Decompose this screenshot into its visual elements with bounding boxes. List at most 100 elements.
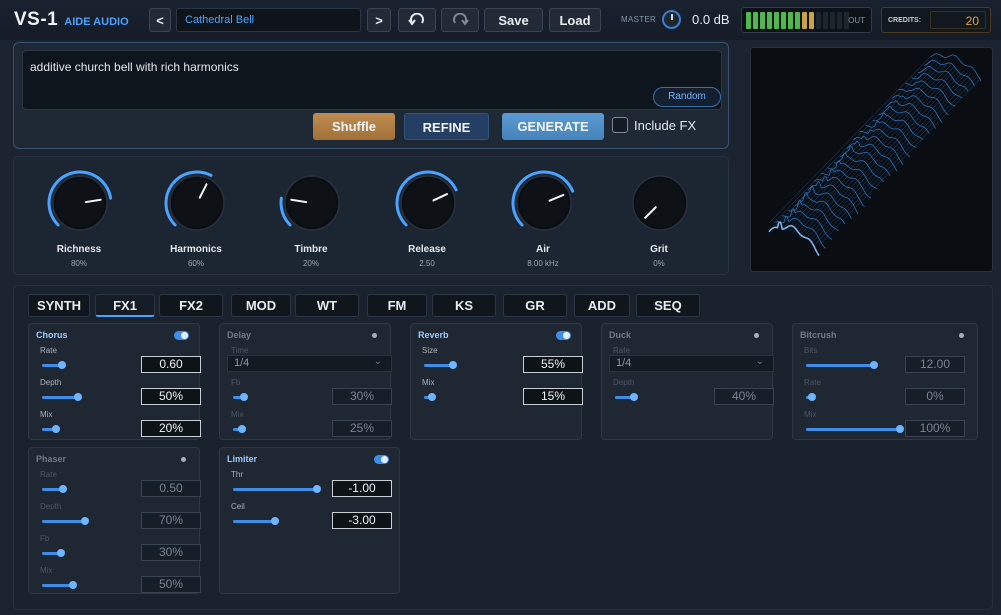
reverb-size-slider[interactable] <box>424 361 476 369</box>
chorus-enable-toggle[interactable] <box>174 331 189 340</box>
undo-button[interactable] <box>398 8 436 32</box>
chorus-depth-slider[interactable] <box>42 393 114 401</box>
chorus-mix-slider[interactable] <box>42 425 114 433</box>
tab-wt[interactable]: WT <box>295 294 359 317</box>
dropdown-value: 1/4 <box>234 357 250 369</box>
phaser-depth-slider[interactable] <box>42 517 104 525</box>
reverb-mix-value[interactable]: 15% <box>523 388 583 405</box>
macro-name: Air <box>536 244 550 255</box>
redo-button[interactable] <box>441 8 479 32</box>
delay-mix-slider[interactable] <box>233 425 269 433</box>
limiter-ceil-slider[interactable] <box>233 517 321 525</box>
bitcrush-enable-toggle[interactable] <box>952 331 967 340</box>
knob-release[interactable] <box>395 170 461 236</box>
next-preset-button[interactable]: > <box>367 8 391 32</box>
duck-enable-toggle[interactable] <box>747 331 762 340</box>
slider-thumb[interactable] <box>271 517 279 525</box>
slider-thumb[interactable] <box>74 393 82 401</box>
duck-depth-value[interactable]: 40% <box>714 388 774 405</box>
phaser-enable-toggle[interactable] <box>174 455 189 464</box>
duck-depth-slider[interactable] <box>615 393 663 401</box>
bitcrush-rate-slider[interactable] <box>806 393 900 401</box>
tab-ks[interactable]: KS <box>432 294 496 317</box>
prev-preset-button[interactable]: < <box>149 8 171 32</box>
slider-thumb[interactable] <box>449 361 457 369</box>
slider-thumb[interactable] <box>57 549 65 557</box>
slider-thumb[interactable] <box>81 517 89 525</box>
chorus-rate-value[interactable]: 0.60 <box>141 356 201 373</box>
tab-fx2[interactable]: FX2 <box>159 294 223 317</box>
bitcrush-bits-slider[interactable] <box>806 361 900 369</box>
phaser-fb-slider[interactable] <box>42 549 104 557</box>
include-fx-toggle[interactable]: Include FX <box>612 117 696 133</box>
random-button[interactable]: Random <box>653 87 721 107</box>
phaser-mix-slider[interactable] <box>42 581 104 589</box>
tab-seq[interactable]: SEQ <box>636 294 700 317</box>
slider-thumb[interactable] <box>870 361 878 369</box>
tab-fm[interactable]: FM <box>367 294 427 317</box>
slider-thumb[interactable] <box>896 425 904 433</box>
tab-gr[interactable]: GR <box>503 294 567 317</box>
duck-rate-dropdown[interactable]: 1/4 ⌄ <box>609 355 774 372</box>
prompt-input[interactable]: additive church bell with rich harmonics… <box>22 50 722 110</box>
slider-thumb[interactable] <box>808 393 816 401</box>
delay-time-dropdown[interactable]: 1/4 ⌄ <box>227 355 392 372</box>
knob-richness[interactable] <box>47 170 113 236</box>
delay-enable-toggle[interactable] <box>365 331 380 340</box>
bitcrush-bits-value[interactable]: 12.00 <box>905 356 965 373</box>
tab-fx1[interactable]: FX1 <box>95 294 155 317</box>
bitcrush-rate-value[interactable]: 0% <box>905 388 965 405</box>
limiter-thr-slider[interactable] <box>233 485 321 493</box>
phaser-rate-value[interactable]: 0.50 <box>141 480 201 497</box>
slider-track <box>233 488 317 491</box>
limiter-thr-value[interactable]: -1.00 <box>332 480 392 497</box>
chorus-rate-slider[interactable] <box>42 361 114 369</box>
phaser-fb-value[interactable]: 30% <box>141 544 201 561</box>
app-subtitle: AIDE AUDIO <box>64 16 129 28</box>
chorus-depth-value[interactable]: 50% <box>141 388 201 405</box>
slider-thumb[interactable] <box>240 393 248 401</box>
tab-synth[interactable]: SYNTH <box>28 294 90 317</box>
limiter-enable-toggle[interactable] <box>374 455 389 464</box>
master-volume-knob[interactable] <box>662 10 681 29</box>
generate-button[interactable]: GENERATE <box>502 113 604 140</box>
slider-thumb[interactable] <box>58 361 66 369</box>
delay-mix-value[interactable]: 25% <box>332 420 392 437</box>
phaser-rate-slider[interactable] <box>42 485 104 493</box>
tab-add[interactable]: ADD <box>574 294 630 317</box>
include-fx-checkbox[interactable] <box>612 117 628 133</box>
delay-fb-value[interactable]: 30% <box>332 388 392 405</box>
slider-thumb[interactable] <box>69 581 77 589</box>
slider-thumb[interactable] <box>59 485 67 493</box>
preset-name-field[interactable]: Cathedral Bell <box>176 8 361 32</box>
knob-air[interactable] <box>511 170 577 236</box>
refine-button[interactable]: REFINE <box>404 113 489 140</box>
reverb-size-value[interactable]: 55% <box>523 356 583 373</box>
delay-module: Delay Time 1/4 ⌄ Fb 30% Mix 25% <box>219 323 392 440</box>
phaser-mix-value[interactable]: 50% <box>141 576 201 593</box>
waterfall-spine <box>772 57 935 225</box>
slider-thumb[interactable] <box>313 485 321 493</box>
reverb-mix-slider[interactable] <box>424 393 476 401</box>
bitcrush-mix-slider[interactable] <box>806 425 904 433</box>
limiter-ceil-value[interactable]: -3.00 <box>332 512 392 529</box>
shuffle-button[interactable]: Shuffle <box>313 113 395 140</box>
reverb-enable-toggle[interactable] <box>556 331 571 340</box>
save-button[interactable]: Save <box>484 8 543 32</box>
limiter-param-label: Thr <box>231 470 243 479</box>
load-button[interactable]: Load <box>549 8 601 32</box>
knob-timbre[interactable] <box>279 170 345 236</box>
slider-thumb[interactable] <box>238 425 246 433</box>
delay-fb-slider[interactable] <box>233 393 269 401</box>
slider-thumb[interactable] <box>630 393 638 401</box>
chorus-param-label: Mix <box>40 410 53 419</box>
phaser-depth-value[interactable]: 70% <box>141 512 201 529</box>
slider-thumb[interactable] <box>428 393 436 401</box>
bitcrush-mix-value[interactable]: 100% <box>905 420 965 437</box>
knob-grit[interactable] <box>627 170 693 236</box>
slider-thumb[interactable] <box>52 425 60 433</box>
knob-harmonics[interactable] <box>164 170 230 236</box>
chorus-mix-value[interactable]: 20% <box>141 420 201 437</box>
macro-value: 60% <box>187 259 204 268</box>
tab-mod[interactable]: MOD <box>231 294 291 317</box>
